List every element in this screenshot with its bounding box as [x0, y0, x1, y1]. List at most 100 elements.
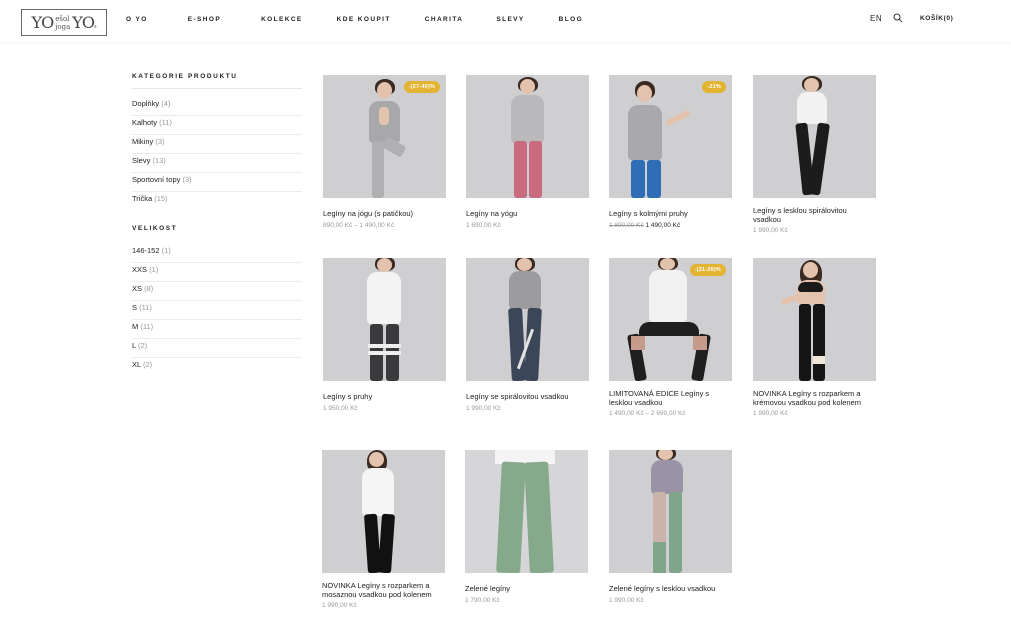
figure-head [660, 258, 675, 270]
nav-o-yo[interactable]: O YO [126, 16, 148, 23]
product-card[interactable]: -(21-26)% LIMITOVANÁ EDICE Legíny s lesk… [609, 258, 732, 417]
logo-middle: ešol joga [55, 15, 70, 31]
product-image[interactable] [465, 450, 588, 573]
product-name[interactable]: Legíny na jógu (s patičkou) [323, 209, 446, 219]
nav-blog[interactable]: BLOG [559, 16, 583, 23]
figure-leg [647, 160, 661, 198]
product-card[interactable]: Zelené legíny s lesklou vsadkou 1 990,00… [609, 450, 732, 604]
product-price: 1 950,00 Kč [323, 404, 358, 412]
product-image[interactable]: -21% [609, 75, 732, 198]
product-image[interactable] [466, 258, 589, 381]
category-item[interactable]: Mikiny (3) [132, 135, 302, 154]
category-item[interactable]: Trička (15) [132, 192, 302, 211]
nav-slevy[interactable]: SLEVY [496, 16, 524, 23]
size-item[interactable]: M (11) [132, 320, 302, 339]
category-item[interactable]: Sportovní topy (3) [132, 173, 302, 192]
nav-e-shop[interactable]: E-SHOP [188, 16, 221, 23]
category-name: Sportovní topy [132, 175, 181, 184]
size-item[interactable]: XS (8) [132, 282, 302, 301]
product-image[interactable]: -(21-26)% [609, 258, 732, 381]
figure-leg [381, 136, 407, 158]
product-price: 1 990,00 Kč [753, 227, 788, 234]
product-card[interactable]: -21% Legíny s kolmými pruhy 1 890,00 Kč … [609, 75, 732, 229]
category-name: Mikiny [132, 137, 154, 146]
product-name[interactable]: Zelené legíny [465, 584, 588, 594]
product-image[interactable] [609, 450, 732, 573]
nav-kolekce[interactable]: KOLEKCE [261, 16, 303, 23]
language-switch[interactable]: EN [870, 14, 882, 23]
size-count: (2) [143, 360, 153, 369]
figure-stripe [368, 351, 401, 355]
category-name: Doplňky [132, 99, 160, 108]
category-item[interactable]: Kalhoty (11) [132, 116, 302, 135]
product-image[interactable] [753, 258, 876, 381]
size-item[interactable]: L (2) [132, 339, 302, 358]
figure-head [369, 452, 384, 467]
figure-hands [379, 107, 389, 125]
product-image[interactable] [466, 75, 589, 198]
product-name[interactable]: Legíny na yógu [466, 209, 589, 219]
product-image[interactable]: -(27-40)% [323, 75, 446, 198]
product-card[interactable]: Legíny se spirálovitou vsadkou 1 990,00 … [466, 258, 589, 412]
category-item[interactable]: Slevy (13) [132, 154, 302, 173]
category-count: (15) [154, 194, 168, 203]
figure-top [511, 95, 544, 143]
product-name[interactable]: Legíny s kolmými pruhy [609, 209, 732, 219]
size-item[interactable]: S (11) [132, 301, 302, 320]
cart-link[interactable]: KOŠÍK(0) [920, 15, 953, 22]
size-count: (11) [139, 303, 152, 312]
product-name[interactable]: Legíny s pruhy [323, 392, 446, 402]
product-card[interactable]: Legíny s lesklou spirálovitou vsadkou 1 … [753, 75, 876, 234]
figure-cream-insert [813, 356, 825, 364]
product-card[interactable]: NOVINKA Legíny s rozparkem a krémovou vs… [753, 258, 876, 417]
figure-leg [669, 492, 682, 573]
category-count: (3) [155, 137, 165, 146]
figure-head [517, 258, 532, 271]
figure-leg [508, 307, 526, 381]
size-count: (11) [140, 322, 154, 331]
figure-top [362, 468, 394, 516]
logo-dot: s [93, 24, 97, 30]
size-item[interactable]: 146-152 (1) [132, 244, 302, 263]
product-name[interactable]: Legíny se spirálovitou vsadkou [466, 392, 589, 402]
product-card[interactable]: NOVINKA Legíny s rozparkem a mosaznou vs… [322, 450, 445, 609]
old-price: 1 890,00 Kč [609, 221, 644, 229]
figure-top [628, 105, 662, 160]
product-image[interactable] [753, 75, 876, 198]
category-item[interactable]: Doplňky (4) [132, 97, 302, 116]
size-item[interactable]: XXS (1) [132, 263, 302, 282]
product-name[interactable]: Zelené legíny s lesklou vsadkou [609, 584, 732, 594]
figure-head [804, 78, 819, 92]
product-name[interactable]: NOVINKA Legíny s rozparkem a krémovou vs… [753, 389, 876, 407]
sale-price: 1 490,00 Kč [645, 221, 681, 229]
search-icon[interactable] [893, 13, 903, 23]
product-card[interactable]: Zelené legíny 1 790,00 Kč [465, 450, 588, 604]
nav-kde-koupit[interactable]: KDE KOUPIT [337, 16, 391, 23]
category-count: (13) [152, 156, 166, 165]
product-card[interactable]: Legíny na yógu 1 690,00 Kč [466, 75, 589, 229]
main-nav: O YO E-SHOP KOLEKCE KDE KOUPIT CHARITA S… [126, 16, 583, 23]
product-image[interactable] [322, 450, 445, 573]
figure-leg [813, 304, 825, 381]
figure-leg [524, 461, 554, 573]
product-image[interactable] [323, 258, 446, 381]
product-name[interactable]: LIMITOVANÁ EDICE Legíny s lesklou vsadko… [609, 389, 732, 407]
figure-top [797, 92, 827, 124]
size-count: (1) [161, 246, 171, 255]
product-card[interactable]: -(27-40)% Legíny na jógu (s patičkou) 89… [323, 75, 446, 229]
product-name[interactable]: Legíny s lesklou spirálovitou vsadkou [753, 206, 876, 224]
size-item[interactable]: XL (2) [132, 358, 302, 377]
product-price: 1 990,00 Kč [609, 596, 644, 604]
figure-head [637, 85, 652, 102]
size-name: XL [132, 360, 141, 369]
product-name[interactable]: NOVINKA Legíny s rozparkem a mosaznou vs… [322, 581, 445, 599]
nav-charita[interactable]: CHARITA [425, 16, 464, 23]
discount-badge: -(21-26)% [689, 264, 726, 276]
site-logo[interactable]: YO ešol joga YO s [21, 9, 107, 36]
product-price: 1 990,00 Kč [466, 404, 501, 412]
size-count: (1) [149, 265, 159, 274]
product-card[interactable]: Legíny s pruhy 1 950,00 Kč [323, 258, 446, 412]
figure-leg [496, 461, 526, 573]
category-count: (3) [182, 175, 192, 184]
figure-top [509, 271, 541, 309]
